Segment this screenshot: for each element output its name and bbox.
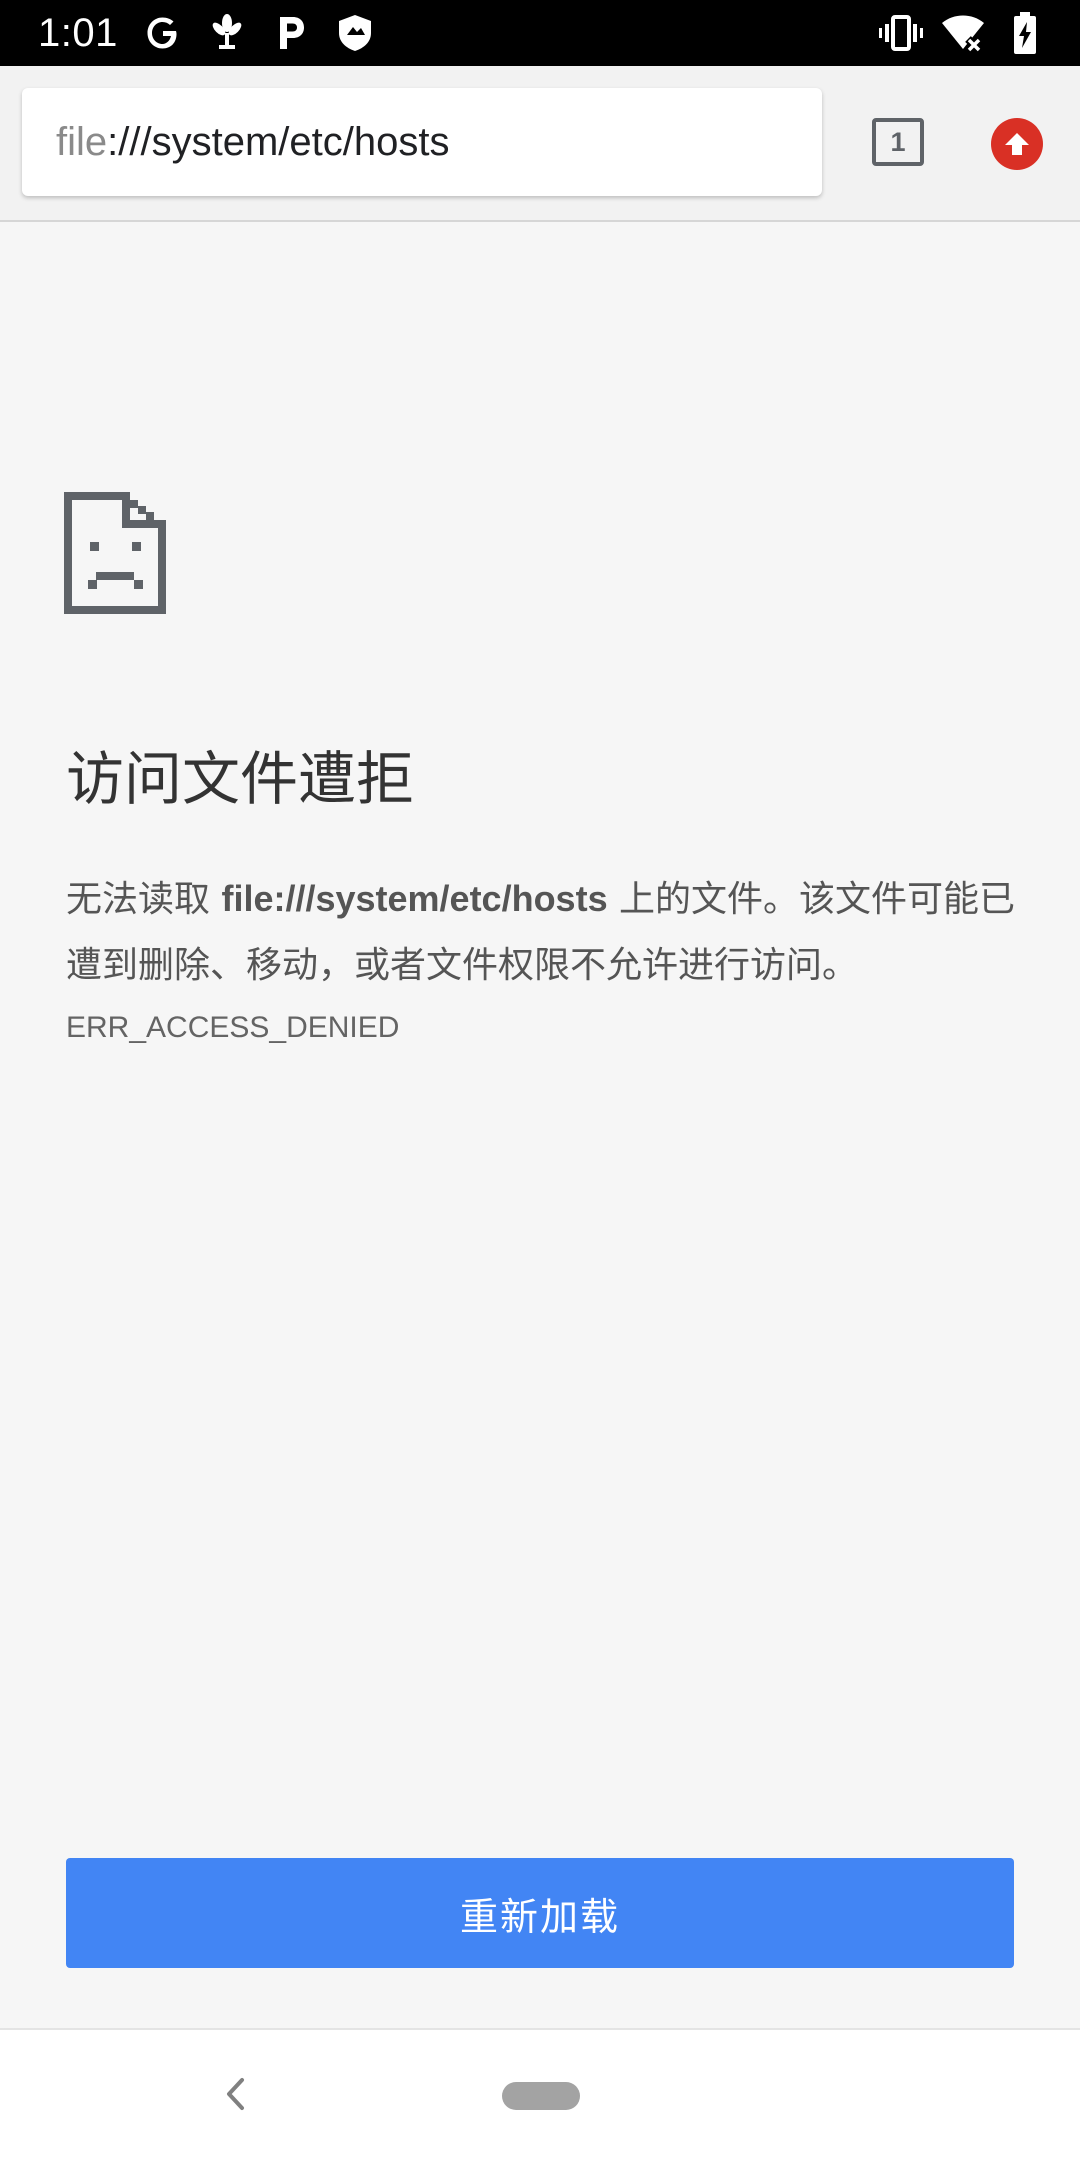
sad-file-icon (64, 492, 166, 614)
status-time: 1:01 (38, 11, 118, 55)
address-bar[interactable]: file:///system/etc/hosts (22, 88, 822, 196)
error-message: 无法读取 file:///system/etc/hosts 上的文件。该文件可能… (66, 866, 1016, 999)
url-path: :///system/etc/hosts (107, 119, 450, 164)
wifi-off-icon (940, 10, 986, 56)
status-bar: 1:01 (0, 0, 1080, 66)
vibrate-icon (878, 10, 924, 56)
pinwheel-icon (204, 10, 250, 56)
tab-count: 1 (890, 126, 906, 157)
reload-button[interactable]: 重新加载 (66, 1858, 1014, 1968)
arrow-up-icon (1005, 133, 1029, 155)
parking-icon (268, 10, 314, 56)
battery-charging-icon (1002, 10, 1048, 56)
error-message-url: file:///system/etc/hosts (221, 878, 608, 919)
tab-switcher-button[interactable]: 1 (872, 118, 924, 166)
error-title: 访问文件遭拒 (66, 745, 415, 813)
system-icons (878, 10, 1048, 56)
back-chevron-icon[interactable] (220, 2074, 250, 2114)
notification-icons (140, 10, 378, 56)
google-icon (140, 10, 186, 56)
shield-icon (332, 10, 378, 56)
error-message-prefix: 无法读取 (66, 879, 222, 920)
home-pill-icon[interactable] (502, 2082, 580, 2110)
browser-toolbar: file:///system/etc/hosts 1 (0, 66, 1080, 222)
error-code: ERR_ACCESS_DENIED (66, 1011, 400, 1044)
update-menu-button[interactable] (991, 118, 1043, 170)
navigation-bar (0, 2028, 1080, 2162)
url-scheme: file (56, 119, 108, 164)
